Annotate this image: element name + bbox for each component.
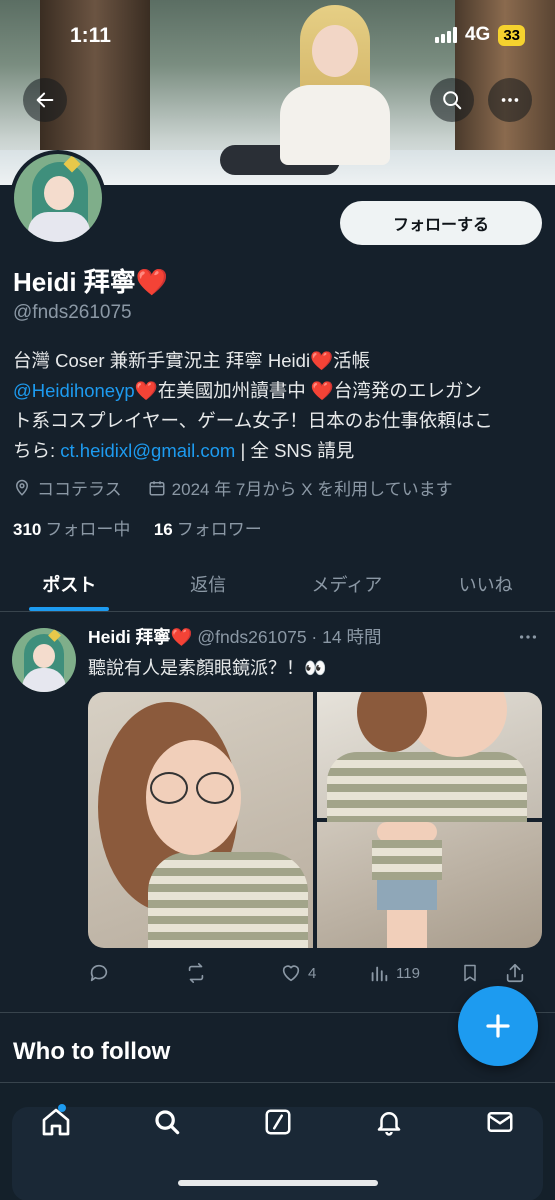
share-button[interactable] — [504, 962, 526, 984]
bookmark-icon — [464, 964, 476, 982]
post-avatar[interactable] — [12, 628, 76, 692]
post-media-grid — [88, 692, 542, 948]
home-icon — [42, 1108, 69, 1136]
plus-icon — [486, 1014, 510, 1038]
compose-button[interactable] — [458, 986, 538, 1066]
nav-notifications[interactable] — [361, 1100, 417, 1144]
network-label: 4G — [464, 24, 491, 45]
status-indicators: 4G 33 — [434, 24, 525, 46]
post-author-name[interactable]: Heidi 拜寧 — [88, 627, 171, 647]
bio-line-1-suffix: 活帳 — [333, 350, 371, 371]
bar-chart-icon — [371, 966, 388, 982]
like-count: 4 — [308, 964, 317, 982]
grok-icon — [265, 1109, 290, 1135]
more-button[interactable] — [488, 78, 532, 122]
calendar-icon — [149, 480, 165, 495]
profile-meta: ココテラス 2024 年 7月から X を利用しています — [13, 475, 453, 500]
tab-replies[interactable]: 返信 — [139, 556, 278, 611]
tab-posts[interactable]: ポスト — [0, 556, 139, 611]
nav-messages[interactable] — [472, 1100, 528, 1144]
nav-home[interactable] — [28, 1100, 84, 1144]
profile-handle: @fnds261075 — [13, 302, 132, 323]
post-header: Heidi 拜寧❤️ @fnds261075 · 14 時間 — [88, 624, 381, 649]
display-name-text: Heidi 拜寧 — [13, 267, 136, 297]
heart-emoji: ❤️ — [310, 380, 334, 401]
bookmark-button[interactable] — [460, 962, 504, 984]
mail-icon — [487, 1112, 512, 1132]
battery-icon: 33 — [498, 24, 525, 46]
bio-line-3: ト系コスプレイヤー、ゲーム女子！日本のお仕事依頼はこ — [13, 410, 493, 431]
display-name: Heidi 拜寧❤️ — [13, 262, 168, 299]
more-horizontal-icon — [519, 635, 537, 639]
bottom-nav-items — [0, 1097, 555, 1147]
post-actions: 4 119 — [88, 958, 543, 988]
heart-emoji: ❤️ — [135, 267, 169, 297]
following-link[interactable]: 310 フォロー中 — [13, 520, 130, 539]
location-text: ココテラス — [37, 480, 122, 499]
post-photo-3[interactable] — [317, 822, 542, 948]
more-horizontal-icon — [501, 98, 519, 102]
nav-grok[interactable] — [250, 1100, 306, 1144]
who-to-follow-title: Who to follow — [13, 1038, 171, 1065]
repost-button[interactable] — [184, 962, 280, 984]
home-indicator — [178, 1180, 378, 1186]
post-photo-1[interactable] — [88, 692, 313, 948]
status-bar: 1:11 4G 33 — [0, 0, 555, 70]
arrow-left-icon — [36, 92, 54, 108]
bell-icon — [377, 1112, 400, 1136]
notification-dot — [57, 1104, 66, 1112]
tab-media[interactable]: メディア — [278, 556, 417, 611]
search-icon — [154, 1110, 179, 1135]
signal-icon — [434, 27, 457, 43]
location-pin-icon — [15, 479, 29, 496]
post-text: 聽說有人是素顏眼鏡派？！👀 — [88, 658, 327, 678]
tab-likes[interactable]: いいね — [416, 556, 555, 611]
bio-mention-link[interactable]: @Heidihoneyp — [13, 380, 135, 401]
heart-emoji: ❤️ — [134, 380, 158, 401]
post-handle-time: @fnds261075 · 14 時間 — [197, 627, 382, 647]
nav-search[interactable] — [139, 1100, 195, 1144]
followers-link[interactable]: 16 フォロワー — [154, 520, 262, 539]
post-photo-2[interactable] — [317, 692, 542, 822]
search-icon — [443, 91, 462, 110]
post-more-button[interactable] — [517, 626, 539, 654]
profile-tabs: ポスト 返信 メディア いいね — [0, 556, 555, 612]
profile-avatar[interactable] — [10, 150, 106, 246]
bio-line-4-prefix: ちら: — [13, 440, 61, 461]
joined-date: 2024 年 7月から X を利用しています — [171, 480, 453, 499]
repost-icon — [188, 963, 204, 983]
bio-line-2: 在美國加州讀書中 — [157, 380, 311, 401]
share-icon — [506, 963, 524, 983]
follow-button[interactable]: フォローする — [340, 201, 542, 245]
back-button[interactable] — [23, 78, 67, 122]
reply-button[interactable] — [88, 962, 184, 984]
bio-line-4-suffix: | 全 SNS 請見 — [235, 440, 355, 461]
reply-icon — [90, 964, 108, 982]
view-count: 119 — [396, 964, 420, 982]
bio-line-2-tail: 台湾発のエレガン — [333, 380, 482, 401]
status-time: 1:11 — [70, 24, 111, 47]
follow-stats: 310 フォロー中 16 フォロワー — [13, 515, 262, 540]
bio-email-link[interactable]: ct.heidixl@gmail.com — [60, 440, 235, 461]
like-button[interactable]: 4 — [280, 962, 368, 984]
profile-bio: 台灣 Coser 兼新手實況主 拜寧 Heidi❤️活帳 @Heidihoney… — [13, 346, 543, 466]
views-button[interactable]: 119 — [368, 962, 460, 984]
heart-emoji: ❤️ — [170, 627, 193, 647]
heart-emoji: ❤️ — [310, 350, 334, 371]
search-button[interactable] — [430, 78, 474, 122]
heart-outline-icon — [282, 965, 300, 982]
bio-line-1: 台灣 Coser 兼新手實況主 拜寧 Heidi — [13, 350, 311, 371]
